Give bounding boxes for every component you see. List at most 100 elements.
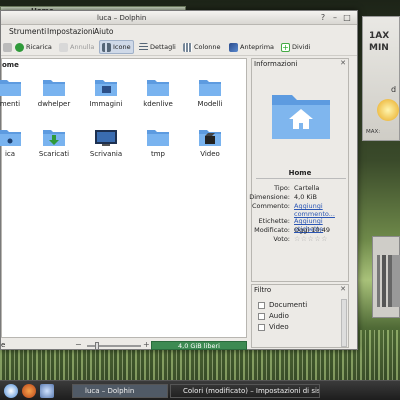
task-dolphin[interactable]: luca – Dolphin [72,384,168,398]
info-panel: Informazioni ✕ Home Tipo: Cartella Dimen… [249,58,349,282]
file-item[interactable]: kdenlive [136,77,176,113]
monitor-graph [377,255,400,307]
task-label: Colori (modificato) – Impostazioni di si… [183,387,320,395]
window-title: luca – Dolphin [97,14,147,22]
checkbox[interactable] [258,312,265,320]
tipo-value: Cartella [294,184,320,192]
taskbar: luca – Dolphin Colori (modificato) – Imp… [0,380,400,400]
menu-aiuto[interactable]: Aiuto [94,27,114,36]
task-colori[interactable]: Colori (modificato) – Impostazioni di si… [170,384,320,398]
checkbox[interactable] [258,301,265,309]
filter-option-label: Documenti [269,301,308,309]
preview-button[interactable]: Anteprima [227,40,276,54]
tipo-label: Tipo: [274,184,290,192]
view-columns-button[interactable]: Colonne [181,40,223,54]
details-view-icon [139,42,148,52]
free-space-label: 4,0 GiB liberi [178,342,220,350]
file-item[interactable]: menti [0,77,28,113]
firefox-icon[interactable] [22,384,36,398]
menubar: Strumenti Impostazioni Aiuto [1,26,357,37]
minimize-icon[interactable]: – [331,14,339,22]
file-name: kdenlive [143,100,173,108]
file-name: tmp [150,150,165,158]
split-label: Dividi [292,43,311,51]
filter-option-label: Audio [269,312,289,320]
filter-option-documenti[interactable]: Documenti [258,301,307,309]
undo-button[interactable]: Annulla [57,40,96,54]
file-name: Modelli [197,100,223,108]
file-item[interactable]: tmp [136,127,176,163]
rating-stars[interactable]: ☆☆☆☆☆ [294,235,328,243]
filter-panel: Filtro ✕ Documenti Audio Video [251,284,349,348]
file-name: dwhelper [37,100,71,108]
selected-item-name: Home [288,169,312,177]
add-comment-link[interactable]: Aggiungi commento... [294,202,346,218]
filter-option-video[interactable]: Video [258,323,289,331]
columns-view-icon [183,42,192,52]
preview-label: Anteprima [240,43,275,51]
filter-option-audio[interactable]: Audio [258,312,289,320]
folder-icon [43,80,65,96]
file-view[interactable]: ome menti dwhelper Immagini kdenlive Mod… [0,58,247,338]
file-item[interactable]: Scaricati [32,127,72,163]
folder-icon [0,80,21,96]
location-label[interactable]: ome [2,61,19,69]
zoom-in-icon[interactable]: + [143,340,150,349]
reload-label: Ricarica [26,43,52,51]
view-icons-label: Icone [113,43,131,51]
file-item[interactable]: Video [188,127,228,163]
sun-icon [377,99,399,121]
reload-button[interactable]: Ricarica [13,40,54,54]
toolbar: Ricarica Annulla Icone Dettagli Colonne … [1,38,357,56]
undo-label: Annulla [70,43,95,51]
maximize-icon[interactable]: □ [343,14,351,22]
file-item[interactable]: Modelli [188,77,228,113]
view-details-button[interactable]: Dettagli [137,40,178,54]
zoom-out-icon[interactable]: − [75,340,82,349]
modificato-value: Oggi 10:49 [294,226,330,234]
back-icon [3,42,12,52]
split-button[interactable]: + Dividi [279,40,312,54]
view-icons-button[interactable]: Icone [99,40,134,54]
menu-impostazioni[interactable]: Impostazioni [47,27,95,36]
file-item[interactable]: ica [0,127,28,163]
weather-max-label: 1AX [369,31,390,41]
file-item[interactable]: dwhelper [32,77,72,113]
etichette-label: Etichette: [258,217,290,225]
split-icon: + [281,42,290,52]
file-name: Scaricati [38,150,70,158]
weather-min-label: MIN [369,43,389,53]
dolphin-window: luca – Dolphin ? – □ Strumenti Impostazi… [0,10,358,350]
info-panel-close-icon[interactable]: ✕ [340,59,346,67]
file-item[interactable]: Scrivania [84,127,124,163]
window-titlebar[interactable]: luca – Dolphin ? – □ [1,11,357,25]
checkbox[interactable] [258,323,265,331]
kde-menu-icon[interactable] [4,384,18,398]
folder-video-icon [199,130,221,146]
system-monitor-widget[interactable] [372,236,400,318]
weather-widget[interactable]: 1AX MIN d MAX: [362,16,400,141]
zoom-slider-handle[interactable] [95,342,99,350]
folder-icon [199,80,221,96]
filter-panel-title: Filtro [254,286,272,294]
file-item[interactable]: Immagini [84,77,124,113]
file-name: Immagini [89,100,123,108]
status-text: e [1,341,6,349]
help-icon[interactable]: ? [319,14,327,22]
launcher-icon[interactable] [40,384,54,398]
home-folder-icon [272,95,330,139]
free-space-bar: 4,0 GiB liberi [151,341,247,350]
preview-icon [229,42,238,52]
filter-option-label: Video [269,323,289,331]
filter-scrollbar[interactable] [341,299,347,347]
folder-music-icon [0,130,21,146]
folder-downloads-icon [43,130,65,146]
view-details-label: Dettagli [150,43,176,51]
file-name: Video [200,150,220,158]
menu-strumenti[interactable]: Strumenti [9,27,46,36]
info-divider [256,178,346,179]
folder-desktop-icon [95,130,117,146]
filter-panel-close-icon[interactable]: ✕ [340,285,346,293]
folder-pictures-icon [95,80,117,96]
voto-label: Voto: [273,235,290,243]
